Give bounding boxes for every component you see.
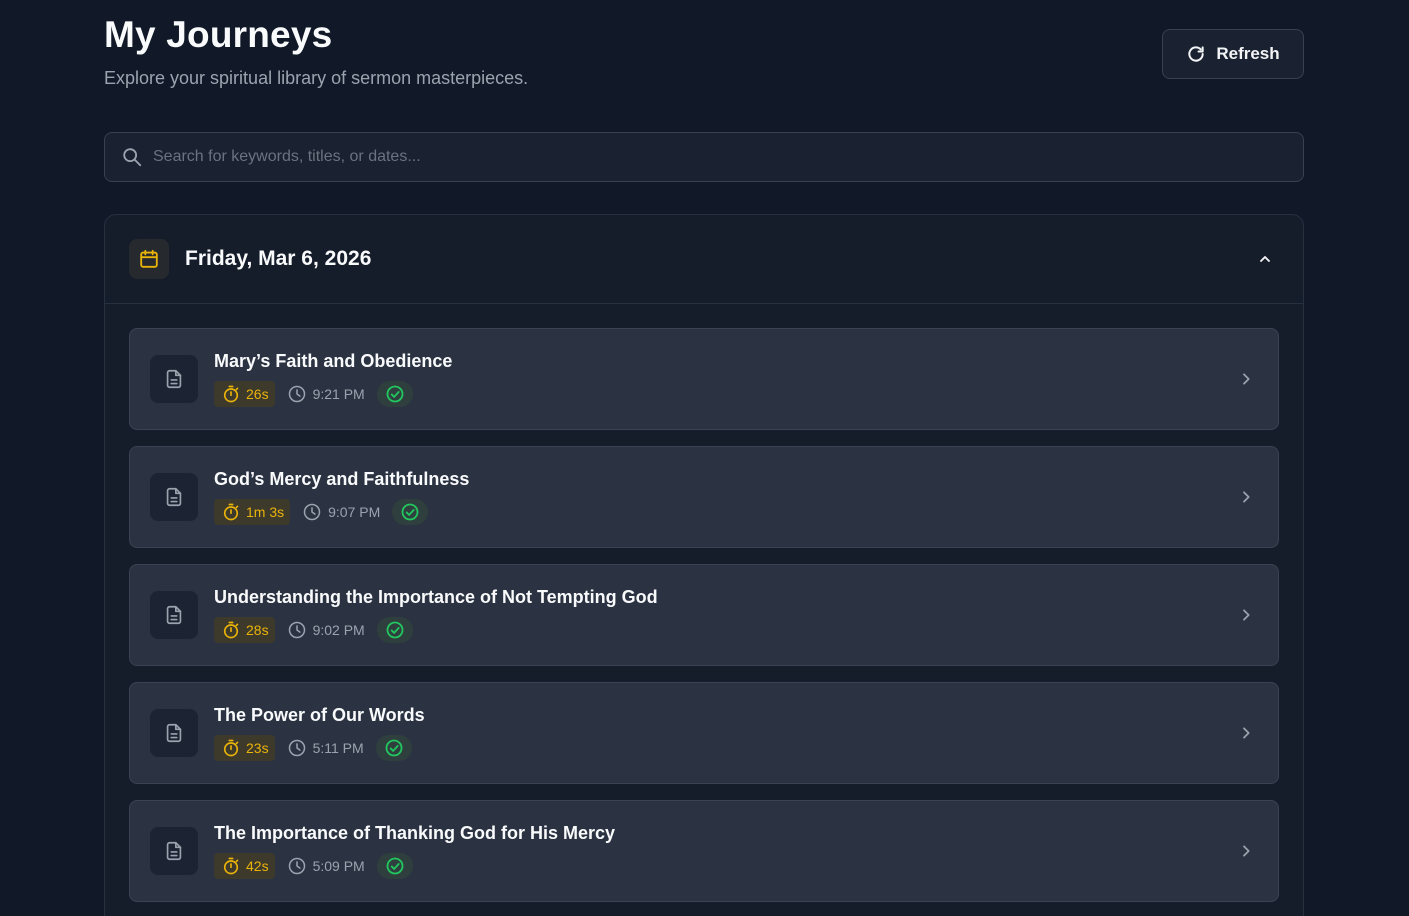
status-badge bbox=[376, 617, 413, 643]
journey-title: The Power of Our Words bbox=[214, 705, 425, 725]
document-icon bbox=[150, 591, 198, 639]
duration-badge: 23s bbox=[214, 735, 275, 761]
document-icon bbox=[150, 827, 198, 875]
duration-badge: 1m 3s bbox=[214, 499, 291, 525]
check-circle-icon bbox=[385, 620, 405, 640]
journey-meta: 28s 9:02 PM bbox=[214, 617, 1238, 643]
status-badge bbox=[376, 381, 413, 407]
page-subtitle: Explore your spiritual library of sermon… bbox=[104, 68, 529, 88]
stopwatch-icon bbox=[221, 384, 241, 404]
time-text: 5:09 PM bbox=[312, 858, 365, 874]
journey-item[interactable]: God’s Mercy and Faithfulness 1m 3s 9:07 … bbox=[129, 446, 1279, 548]
chevron-up-icon[interactable] bbox=[1257, 251, 1273, 267]
journey-title: Understanding the Importance of Not Temp… bbox=[214, 587, 658, 607]
journey-item-body: The Importance of Thanking God for His M… bbox=[214, 823, 1238, 879]
clock-icon bbox=[287, 620, 307, 640]
time-text: 9:02 PM bbox=[312, 622, 365, 638]
journey-item[interactable]: The Power of Our Words 23s 5:11 PM bbox=[129, 682, 1279, 784]
chevron-right-icon bbox=[1238, 371, 1254, 387]
search-input[interactable] bbox=[153, 133, 1303, 181]
refresh-label: Refresh bbox=[1216, 44, 1280, 63]
duration-badge: 26s bbox=[214, 381, 275, 407]
clock-icon bbox=[287, 384, 307, 404]
journey-title: God’s Mercy and Faithfulness bbox=[214, 469, 470, 489]
status-badge bbox=[375, 735, 412, 761]
journey-item-body: Mary’s Faith and Obedience 26s 9:21 PM bbox=[214, 351, 1238, 407]
chevron-right-icon bbox=[1238, 489, 1254, 505]
refresh-button[interactable]: Refresh bbox=[1162, 29, 1304, 79]
check-circle-icon bbox=[385, 384, 405, 404]
journey-meta: 23s 5:11 PM bbox=[214, 735, 1238, 761]
duration-text: 42s bbox=[246, 858, 269, 874]
time-text: 9:21 PM bbox=[312, 386, 365, 402]
refresh-icon bbox=[1186, 44, 1206, 64]
calendar-icon bbox=[129, 239, 169, 279]
date-group-header[interactable]: Friday, Mar 6, 2026 bbox=[105, 215, 1303, 304]
check-circle-icon bbox=[400, 502, 420, 522]
journey-item[interactable]: Understanding the Importance of Not Temp… bbox=[129, 564, 1279, 666]
time-stamp: 9:07 PM bbox=[302, 502, 380, 522]
time-text: 9:07 PM bbox=[328, 504, 381, 520]
time-stamp: 5:11 PM bbox=[287, 738, 364, 758]
journey-item-body: The Power of Our Words 23s 5:11 PM bbox=[214, 705, 1238, 761]
journey-item[interactable]: Mary’s Faith and Obedience 26s 9:21 PM bbox=[129, 328, 1279, 430]
group-date-label: Friday, Mar 6, 2026 bbox=[185, 247, 372, 270]
document-icon bbox=[150, 709, 198, 757]
journey-meta: 42s 5:09 PM bbox=[214, 853, 1238, 879]
clock-icon bbox=[287, 856, 307, 876]
duration-text: 1m 3s bbox=[246, 504, 285, 520]
duration-text: 23s bbox=[246, 740, 269, 756]
duration-badge: 28s bbox=[214, 617, 275, 643]
page: My Journeys Explore your spiritual libra… bbox=[104, 0, 1304, 916]
time-stamp: 5:09 PM bbox=[287, 856, 365, 876]
journey-title: The Importance of Thanking God for His M… bbox=[214, 823, 616, 843]
date-group: Friday, Mar 6, 2026 Mary’s Faith and Obe… bbox=[104, 214, 1304, 916]
check-circle-icon bbox=[385, 856, 405, 876]
duration-text: 28s bbox=[246, 622, 269, 638]
chevron-right-icon bbox=[1238, 843, 1254, 859]
journey-title: Mary’s Faith and Obedience bbox=[214, 351, 453, 371]
check-circle-icon bbox=[384, 738, 404, 758]
stopwatch-icon bbox=[221, 502, 241, 522]
duration-badge: 42s bbox=[214, 853, 275, 879]
page-header: My Journeys Explore your spiritual libra… bbox=[104, 0, 1304, 110]
clock-icon bbox=[302, 502, 322, 522]
journey-item-body: Understanding the Importance of Not Temp… bbox=[214, 587, 1238, 643]
duration-text: 26s bbox=[246, 386, 269, 402]
document-icon bbox=[150, 355, 198, 403]
stopwatch-icon bbox=[221, 738, 241, 758]
stopwatch-icon bbox=[221, 856, 241, 876]
document-icon bbox=[150, 473, 198, 521]
time-stamp: 9:21 PM bbox=[287, 384, 365, 404]
journey-item[interactable]: The Importance of Thanking God for His M… bbox=[129, 800, 1279, 902]
journey-item-body: God’s Mercy and Faithfulness 1m 3s 9:07 … bbox=[214, 469, 1238, 525]
status-badge bbox=[392, 499, 429, 525]
search-bar bbox=[104, 132, 1304, 182]
page-title: My Journeys bbox=[104, 14, 333, 55]
chevron-right-icon bbox=[1238, 725, 1254, 741]
journey-list: Mary’s Faith and Obedience 26s 9:21 PM G… bbox=[105, 304, 1303, 902]
stopwatch-icon bbox=[221, 620, 241, 640]
search-icon bbox=[121, 146, 143, 168]
status-badge bbox=[376, 853, 413, 879]
chevron-right-icon bbox=[1238, 607, 1254, 623]
clock-icon bbox=[287, 738, 307, 758]
time-text: 5:11 PM bbox=[312, 740, 364, 756]
time-stamp: 9:02 PM bbox=[287, 620, 365, 640]
journey-meta: 1m 3s 9:07 PM bbox=[214, 499, 1238, 525]
journey-meta: 26s 9:21 PM bbox=[214, 381, 1238, 407]
